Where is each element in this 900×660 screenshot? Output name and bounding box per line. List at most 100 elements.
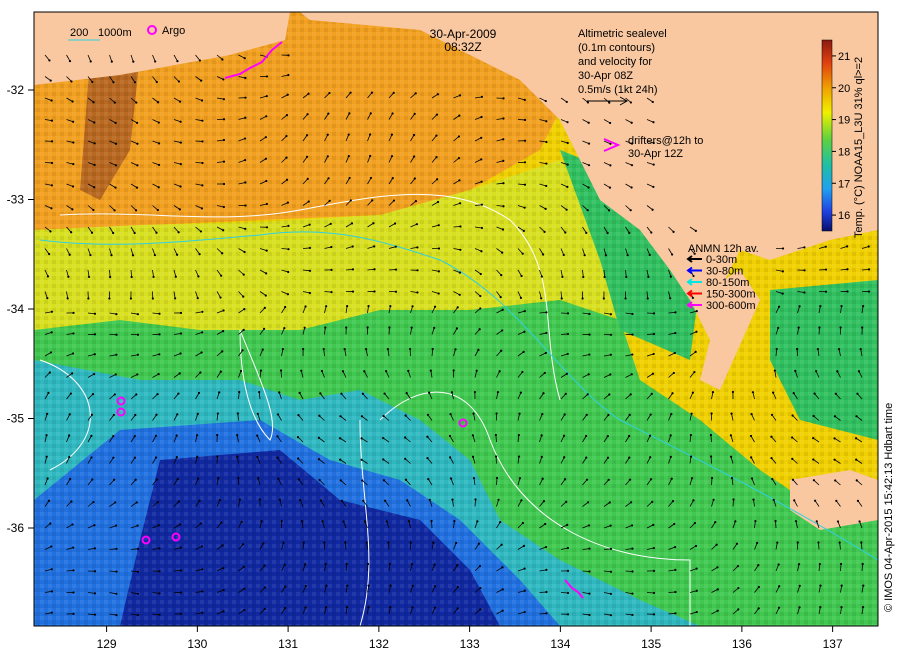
velocity-vector-head: [49, 230, 52, 233]
velocity-vector-head: [388, 562, 391, 566]
velocity-vector-head: [157, 372, 160, 376]
velocity-vector-head: [136, 121, 139, 125]
velocity-vector-head: [523, 98, 526, 101]
altimetry-line1: Altimetric sealevel: [578, 28, 667, 40]
velocity-vector-head: [690, 477, 694, 480]
velocity-vector-head: [859, 348, 862, 351]
velocity-vector-head: [772, 498, 775, 501]
velocity-vector-head: [793, 499, 796, 502]
velocity-vector-head: [729, 455, 733, 458]
velocity-vector-head: [457, 156, 461, 160]
velocity-vector-head: [689, 433, 692, 437]
velocity-vector-head: [501, 609, 504, 612]
velocity-vector-head: [327, 177, 330, 180]
velocity-vector-head: [813, 499, 817, 502]
velocity-vector-head: [72, 546, 75, 549]
velocity-vector-head: [625, 275, 628, 279]
velocity-vector-head: [72, 569, 75, 572]
velocity-vector-head: [502, 205, 505, 208]
velocity-vector-head: [177, 392, 180, 395]
velocity-vector-head: [373, 268, 376, 271]
velocity-vector-head: [669, 455, 672, 458]
velocity-vector-head: [499, 296, 502, 299]
velocity-vector-head: [319, 499, 322, 502]
velocity-vector-head: [413, 112, 416, 115]
velocity-vector-head: [471, 455, 475, 458]
velocity-vector-head: [196, 297, 199, 300]
velocity-vector-head: [858, 520, 861, 523]
velocity-vector-head: [287, 248, 290, 251]
velocity-vector-head: [651, 208, 654, 211]
velocity-vector-head: [135, 393, 138, 396]
velocity-vector-head: [794, 520, 798, 523]
velocity-vector-head: [243, 250, 246, 254]
velocity-vector-head: [367, 605, 370, 609]
velocity-vector-head: [774, 519, 777, 523]
velocity-vector-head: [242, 273, 245, 276]
velocity-vector-head: [286, 201, 289, 204]
velocity-vector-head: [628, 413, 631, 416]
velocity-vector-head: [136, 333, 140, 336]
velocity-vector-head: [178, 100, 182, 103]
velocity-vector-head: [540, 297, 543, 300]
velocity-vector-head: [566, 352, 569, 356]
velocity-vector-head: [179, 546, 182, 549]
velocity-vector-head: [545, 590, 548, 594]
velocity-vector-head: [694, 544, 698, 548]
velocity-vector-head: [480, 158, 483, 161]
velocity-vector-head: [588, 312, 591, 316]
y-tick-label: -32: [7, 83, 25, 97]
velocity-vector-head: [560, 297, 563, 300]
velocity-vector-head: [472, 476, 476, 480]
velocity-vector-head: [238, 390, 241, 394]
velocity-vector-head: [631, 312, 634, 316]
velocity-vector-head: [153, 253, 156, 257]
velocity-vector-head: [70, 231, 73, 234]
velocity-vector-head: [284, 606, 287, 610]
velocity-vector-head: [714, 520, 717, 524]
velocity-vector-head: [818, 326, 821, 329]
velocity-vector-head: [695, 310, 698, 313]
velocity-vector-head: [90, 413, 94, 416]
x-tick-label: 129: [97, 637, 117, 651]
velocity-vector-head: [749, 434, 753, 438]
velocity-vector-head: [771, 477, 774, 481]
velocity-vector-head: [496, 391, 500, 394]
velocity-vector-head: [812, 436, 815, 440]
velocity-vector-head: [113, 101, 116, 104]
colorbar-tick-label: 20: [838, 83, 850, 95]
velocity-vector-head: [136, 142, 139, 145]
velocity-vector-head: [297, 414, 300, 417]
velocity-vector-head: [736, 564, 740, 568]
velocity-vector-head: [69, 477, 72, 481]
velocity-vector-head: [566, 141, 569, 145]
velocity-vector-head: [179, 163, 182, 166]
velocity-vector-head: [565, 100, 568, 104]
velocity-vector-head: [479, 608, 482, 611]
velocity-vector-head: [263, 607, 266, 610]
velocity-vector-head: [561, 275, 564, 278]
velocity-vector-head: [710, 476, 714, 480]
velocity-vector-head: [816, 347, 819, 351]
velocity-vector-head: [157, 163, 161, 167]
velocity-vector-head: [258, 498, 261, 501]
velocity-vector-head: [523, 567, 526, 570]
velocity-vector-head: [731, 390, 735, 394]
velocity-vector-head: [456, 564, 459, 567]
velocity-vector-head: [329, 222, 332, 225]
velocity-vector-head: [114, 373, 117, 376]
velocity-vector-head: [256, 412, 259, 415]
velocity-vector-head: [135, 501, 138, 504]
altimetry-line5: 0.5m/s (1kt 24h): [578, 84, 657, 96]
velocity-vector-head: [385, 370, 388, 373]
velocity-vector-head: [222, 229, 225, 232]
velocity-vector-head: [651, 500, 654, 503]
velocity-vector-head: [392, 199, 396, 202]
velocity-vector-head: [588, 333, 591, 336]
velocity-vector-head: [91, 80, 94, 84]
velocity-vector-head: [265, 115, 268, 118]
velocity-vector-head: [404, 457, 407, 460]
velocity-vector-head: [791, 478, 795, 481]
velocity-vector-head: [409, 347, 412, 351]
velocity-vector-head: [606, 456, 610, 459]
